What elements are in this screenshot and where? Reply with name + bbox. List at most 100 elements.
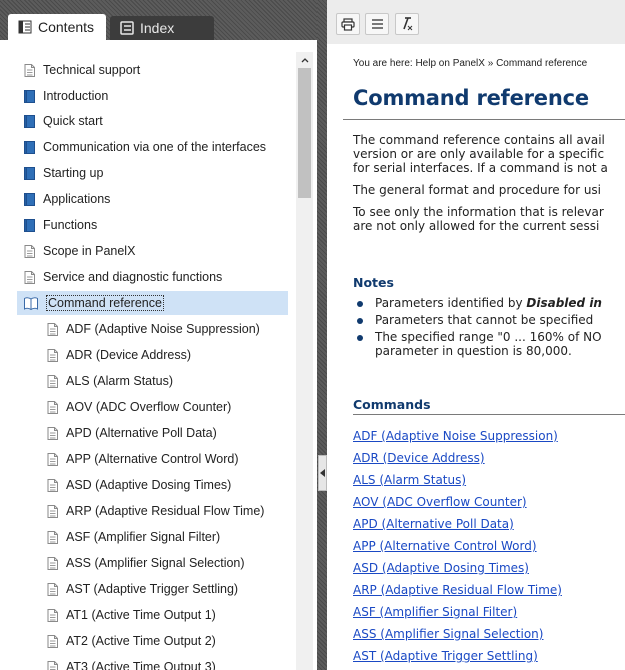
note-emphasis: Disabled in xyxy=(526,296,602,310)
command-link[interactable]: AOV (ADC Overflow Counter) xyxy=(353,495,527,509)
toc-scrollbar[interactable] xyxy=(296,52,313,670)
toc-item-label: Functions xyxy=(43,218,98,232)
tab-contents[interactable]: Contents xyxy=(8,14,106,40)
intro-text-line: for serial interfaces. If a command is n… xyxy=(353,161,608,175)
toc-item-label: Quick start xyxy=(43,114,103,128)
note-item: Parameters that cannot be specified xyxy=(375,313,594,327)
page-icon xyxy=(24,244,35,258)
print-button[interactable] xyxy=(336,13,360,35)
page-icon xyxy=(47,556,58,570)
toc-item-label: ASF (Amplifier Signal Filter) xyxy=(66,530,221,544)
toc-child-item[interactable]: ARP (Adaptive Residual Flow Time) xyxy=(17,499,288,523)
bullet-icon xyxy=(357,318,363,324)
page-icon xyxy=(47,530,58,544)
notes-heading: Notes xyxy=(353,275,394,290)
toc-item[interactable]: Introduction xyxy=(17,84,288,108)
commands-heading: Commands xyxy=(353,397,431,412)
command-link[interactable]: ASF (Amplifier Signal Filter) xyxy=(353,605,517,619)
content-toolbar xyxy=(327,0,625,44)
toc-item-label: ASS (Amplifier Signal Selection) xyxy=(66,556,245,570)
note-item: Parameters identified by Disabled in xyxy=(375,297,602,310)
toc-item[interactable]: Functions xyxy=(17,213,288,237)
toc-item-label: Technical support xyxy=(43,63,141,77)
collapse-pane-button[interactable] xyxy=(318,455,327,491)
toc-item[interactable]: Applications xyxy=(17,187,288,211)
content-header: You are here: Help on PanelX » Command r… xyxy=(343,44,625,120)
command-link[interactable]: APD (Alternative Poll Data) xyxy=(353,517,514,531)
command-link[interactable]: ADF (Adaptive Noise Suppression) xyxy=(353,429,558,443)
bullet-icon xyxy=(357,335,363,341)
toc-item[interactable]: Communication via one of the interfaces xyxy=(17,135,288,159)
page-icon xyxy=(47,608,58,622)
page-title: Command reference xyxy=(353,86,589,110)
page-icon xyxy=(47,452,58,466)
toc-child-item[interactable]: APD (Alternative Poll Data) xyxy=(17,421,288,445)
page-icon xyxy=(47,426,58,440)
toc-child-item[interactable]: APP (Alternative Control Word) xyxy=(17,447,288,471)
toc-child-item[interactable]: AT3 (Active Time Output 3) xyxy=(17,655,288,670)
tab-index[interactable]: Index xyxy=(110,16,214,40)
note-item: The specified range "0 ... 160% of NO xyxy=(375,330,602,344)
page-icon xyxy=(47,478,58,492)
page-icon xyxy=(47,322,58,336)
toc-item-label: ADF (Adaptive Noise Suppression) xyxy=(66,322,260,336)
tab-contents-label: Contents xyxy=(38,19,95,35)
bullet-icon xyxy=(357,301,363,307)
filter-text-line: are not only allowed for the current ses… xyxy=(353,219,600,233)
page-icon xyxy=(47,348,58,362)
toc-child-item[interactable]: ASD (Adaptive Dosing Times) xyxy=(17,473,288,497)
format-text-line: The general format and procedure for usi xyxy=(353,183,602,197)
command-link[interactable]: ASD (Adaptive Dosing Times) xyxy=(353,561,529,575)
toc-child-item[interactable]: ASS (Amplifier Signal Selection) xyxy=(17,551,288,575)
toc-item-label: AT2 (Active Time Output 2) xyxy=(66,634,216,648)
scroll-thumb[interactable] xyxy=(298,68,311,198)
toc-item[interactable]: Quick start xyxy=(17,109,288,133)
page-icon xyxy=(47,582,58,596)
toc-item-label: APP (Alternative Control Word) xyxy=(66,452,239,466)
toc-child-item[interactable]: AOV (ADC Overflow Counter) xyxy=(17,395,288,419)
toc-item-label: Scope in PanelX xyxy=(43,244,136,258)
index-list-icon xyxy=(120,21,134,35)
toc-item[interactable]: Service and diagnostic functions xyxy=(17,265,288,289)
toc-item-label: Command reference xyxy=(46,295,164,311)
toc-child-item[interactable]: ADF (Adaptive Noise Suppression) xyxy=(17,317,288,341)
book-open-icon xyxy=(24,296,38,310)
command-link[interactable]: ALS (Alarm Status) xyxy=(353,473,466,487)
command-link[interactable]: AST (Adaptive Trigger Settling) xyxy=(353,649,538,663)
toc-child-item[interactable]: AT1 (Active Time Output 1) xyxy=(17,603,288,627)
clear-format-icon xyxy=(403,17,413,31)
scroll-up-button[interactable] xyxy=(296,52,313,68)
toc-item[interactable]: Scope in PanelX xyxy=(17,239,288,263)
toc-item-label: ASD (Adaptive Dosing Times) xyxy=(66,478,232,492)
command-link[interactable]: ADR (Device Address) xyxy=(353,451,485,465)
print-icon xyxy=(341,17,355,31)
toc-item[interactable]: Command reference xyxy=(17,291,288,315)
intro-text-line: version or are only available for a spec… xyxy=(353,147,605,161)
toc-child-item[interactable]: ASF (Amplifier Signal Filter) xyxy=(17,525,288,549)
chevron-left-icon xyxy=(320,469,325,477)
toc-item[interactable]: Starting up xyxy=(17,161,288,185)
command-link[interactable]: ASS (Amplifier Signal Selection) xyxy=(353,627,543,641)
page-icon xyxy=(24,63,35,77)
toc-item-label: AOV (ADC Overflow Counter) xyxy=(66,400,232,414)
content-pane: You are here: Help on PanelX » Command r… xyxy=(327,0,625,670)
book-closed-icon xyxy=(24,166,35,180)
page-icon xyxy=(47,374,58,388)
toc-item-label: APD (Alternative Poll Data) xyxy=(66,426,217,440)
command-link[interactable]: ARP (Adaptive Residual Flow Time) xyxy=(353,583,562,597)
toc-child-item[interactable]: AST (Adaptive Trigger Settling) xyxy=(17,577,288,601)
toc-child-item[interactable]: ALS (Alarm Status) xyxy=(17,369,288,393)
breadcrumb: You are here: Help on PanelX » Command r… xyxy=(353,58,588,69)
toc-item[interactable]: Technical support xyxy=(17,58,288,82)
command-link[interactable]: APP (Alternative Control Word) xyxy=(353,539,537,553)
pane-splitter[interactable] xyxy=(317,0,327,670)
filter-text-line: To see only the information that is rele… xyxy=(353,205,604,219)
page-icon xyxy=(47,634,58,648)
toc-item-label: ADR (Device Address) xyxy=(66,348,192,362)
intro-text-line: The command reference contains all avail xyxy=(353,133,605,147)
clear-highlight-button[interactable] xyxy=(395,13,419,35)
toggle-toc-button[interactable] xyxy=(365,13,389,35)
toc-item-label: AST (Adaptive Trigger Settling) xyxy=(66,582,239,596)
toc-child-item[interactable]: ADR (Device Address) xyxy=(17,343,288,367)
toc-child-item[interactable]: AT2 (Active Time Output 2) xyxy=(17,629,288,653)
